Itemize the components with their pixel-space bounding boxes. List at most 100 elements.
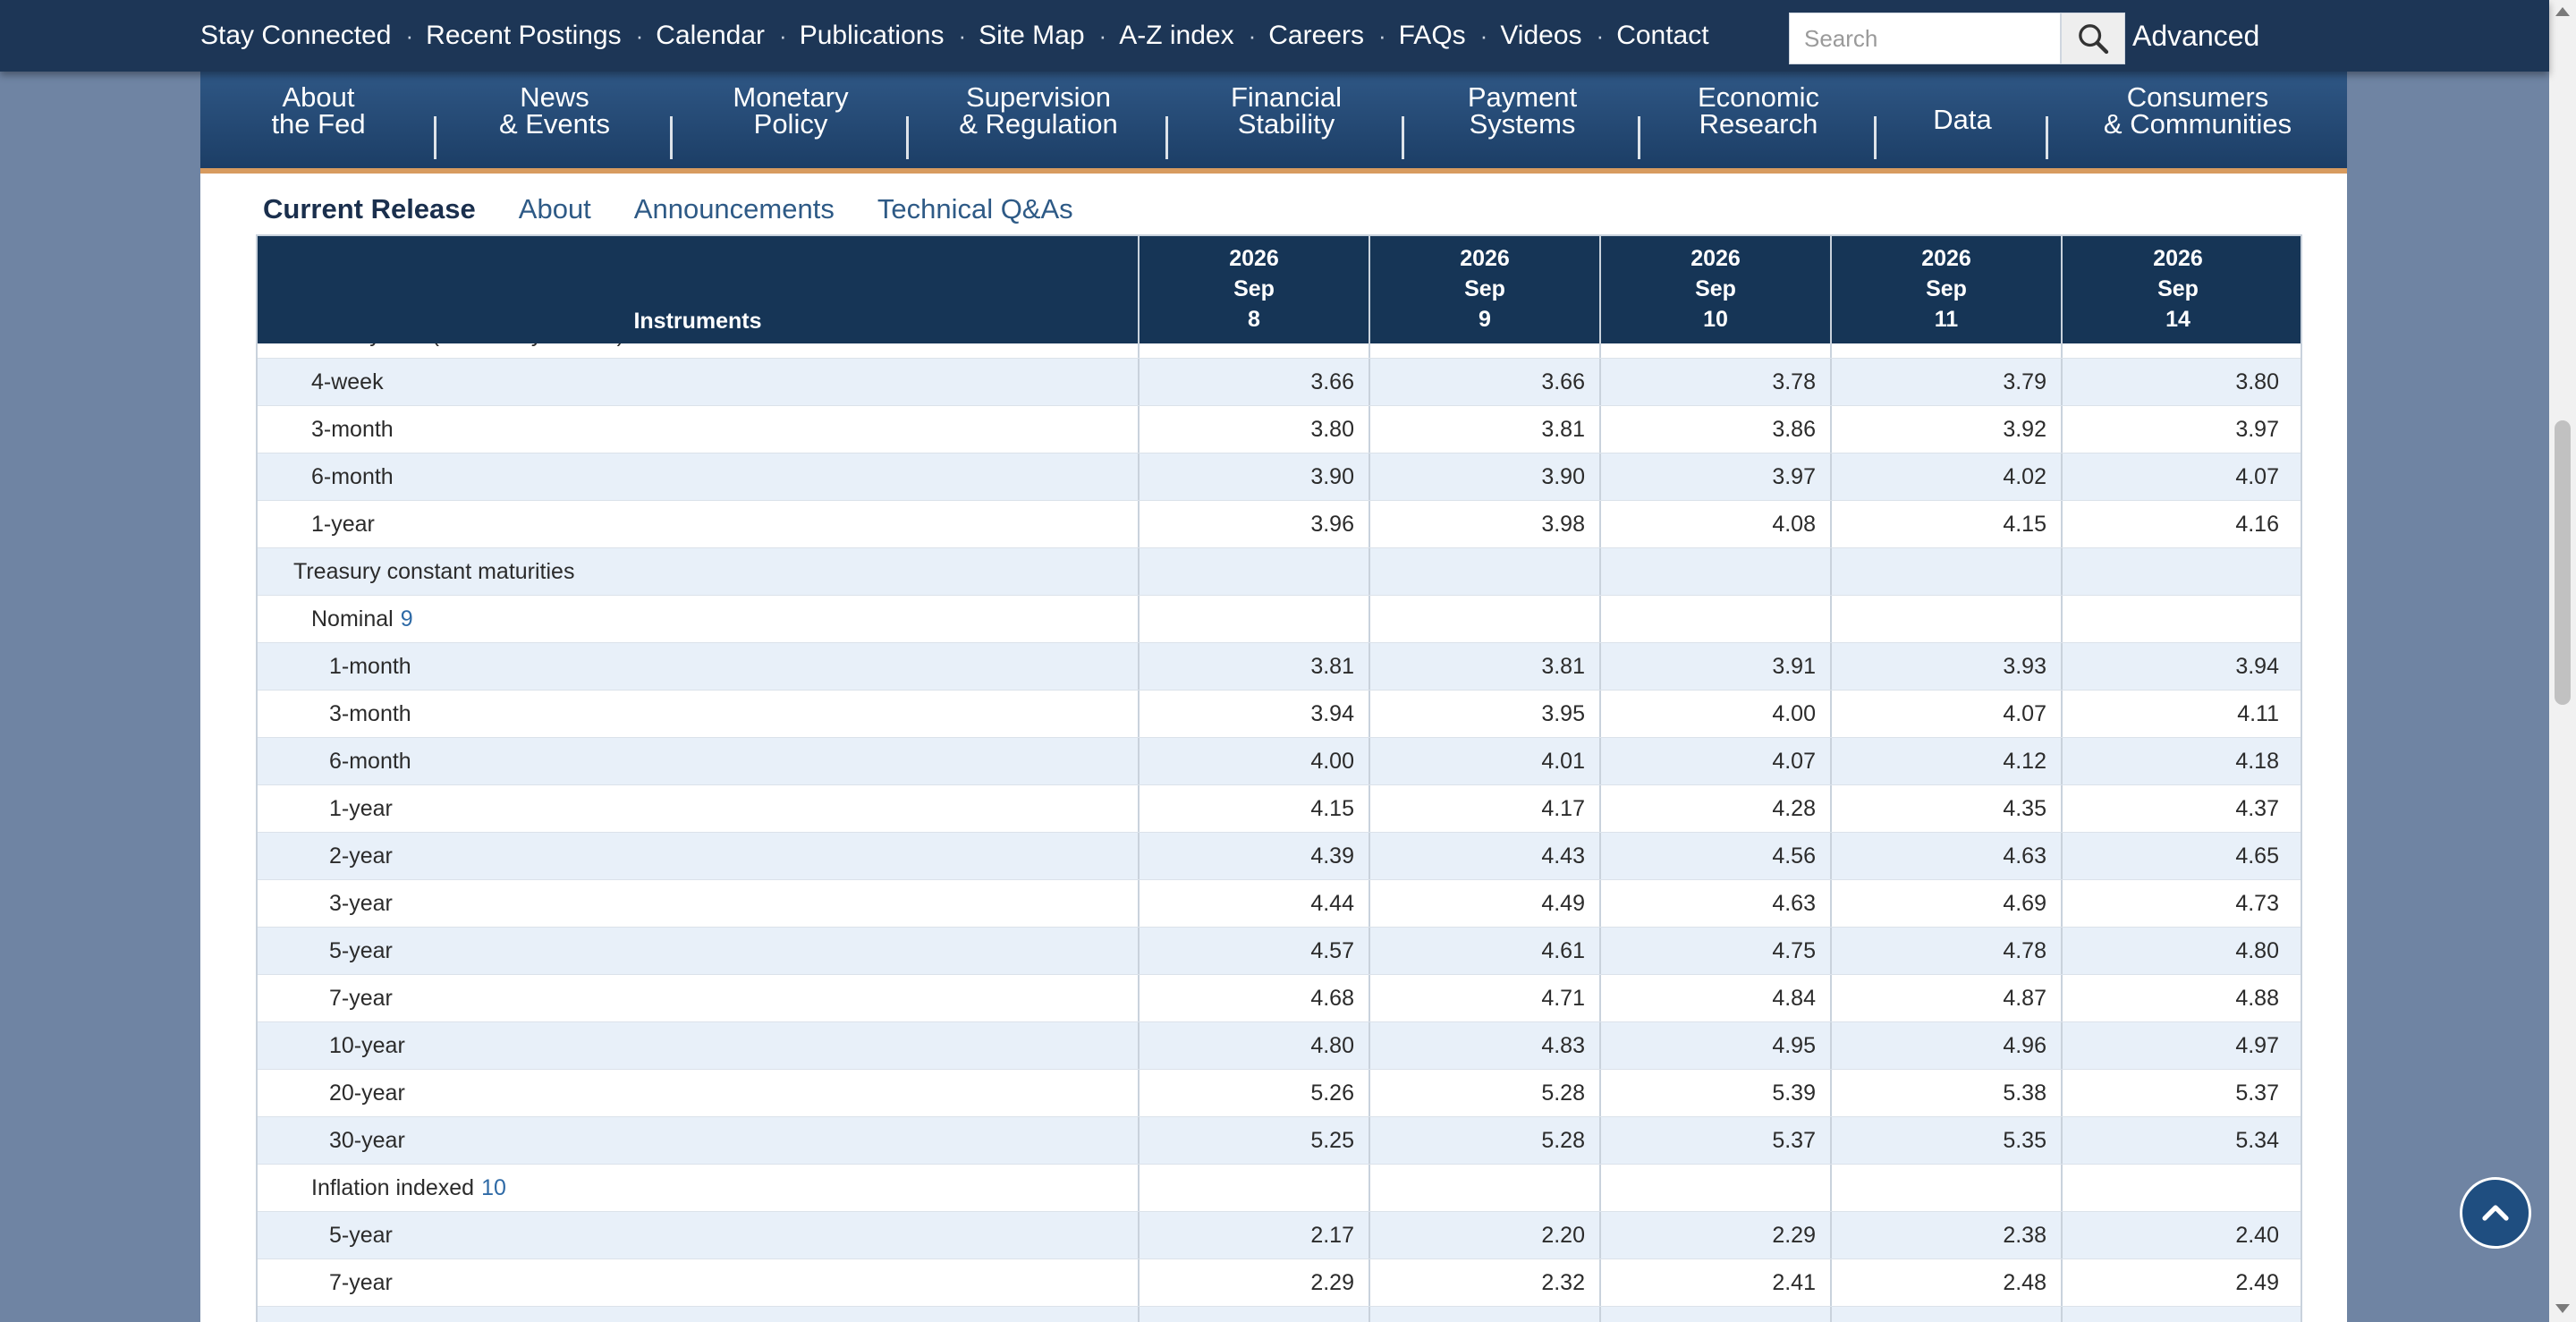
nav-item[interactable]: Payment Systems: [1404, 72, 1640, 168]
instrument-cell: 1-year: [258, 501, 1140, 547]
rate-cell: 2.32: [1370, 1259, 1601, 1306]
link-separator: ·: [635, 21, 644, 49]
instrument-label: 20-year: [329, 1080, 405, 1106]
nav-item[interactable]: Financial Stability: [1168, 72, 1404, 168]
utility-link[interactable]: Site Map: [979, 21, 1084, 51]
instrument-label: 5-year: [329, 1222, 393, 1248]
instrument-label: 7-year: [329, 985, 393, 1011]
nav-label-line: Policy: [753, 108, 828, 140]
content-panel: Current Release About Announcements Technic…: [200, 174, 2347, 1322]
instruments-header: Instruments: [258, 236, 1140, 343]
search-button[interactable]: [2061, 13, 2125, 64]
rate-cell: 5.39: [1601, 1070, 1832, 1116]
rate-cell: 2.41: [1601, 1259, 1832, 1306]
utility-link[interactable]: Stay Connected: [200, 21, 391, 51]
date-part: Sep: [1926, 276, 1967, 301]
rate-cell: 2.29: [1140, 1259, 1370, 1306]
nav-label-line: & Communities: [2103, 108, 2292, 140]
rate-cell: [2063, 1165, 2293, 1211]
scrollbar-thumb[interactable]: [2555, 420, 2571, 705]
nav-item[interactable]: About the Fed: [200, 72, 436, 168]
main-navigation: About the Fed News & Events Monetary Policy Su…: [200, 72, 2347, 174]
utility-link[interactable]: Videos: [1500, 21, 1581, 51]
footnote-link[interactable]: 9: [401, 606, 413, 632]
date-part: 9: [1479, 307, 1491, 332]
nav-item[interactable]: News & Events: [436, 72, 673, 168]
rate-cell: [1832, 596, 2063, 642]
rate-cell: 3.81: [1140, 643, 1370, 690]
nav-item[interactable]: Monetary Policy: [673, 72, 909, 168]
table-row: 7-year 4.68 4.71 4.84 4.87 4.88: [258, 975, 2301, 1022]
rate-cell: [1370, 342, 1601, 358]
instrument-label: 1-year: [311, 511, 375, 537]
utility-link[interactable]: Recent Postings: [426, 21, 621, 51]
rate-cell: [1370, 596, 1601, 642]
rate-cell: 4.11: [2237, 700, 2279, 726]
nav-label-line: & Events: [498, 108, 611, 140]
nav-label-line: Research: [1699, 108, 1818, 140]
utility-link[interactable]: Publications: [800, 21, 945, 51]
rate-cell: 3.97: [2235, 416, 2279, 442]
nav-item-label: Financial Stability: [1231, 83, 1342, 138]
rate-cell: [1832, 1307, 2063, 1322]
nav-item-label: Data: [1933, 106, 1991, 133]
utility-link[interactable]: Contact: [1616, 21, 1708, 51]
rates-table: Instruments 2026 Sep 8 2026 Sep 9 2026 Sep 10 202…: [256, 234, 2302, 1322]
table-row: 7-year 2.29 2.32 2.41 2.48 2.49: [258, 1259, 2301, 1307]
date-part: Sep: [1464, 276, 1505, 301]
rate-cell: 4.75: [1601, 928, 1832, 974]
rate-cell: 4.15: [1140, 785, 1370, 832]
table-row: 6-month 4.00 4.01 4.07 4.12 4.18: [258, 738, 2301, 785]
instrument-label: 6-month: [329, 748, 411, 774]
rate-cell: 3.93: [1832, 643, 2063, 690]
table-row: 10-year 4.80 4.83 4.95 4.96 4.97: [258, 1022, 2301, 1070]
instrument-label: 3-month: [329, 700, 411, 726]
rate-cell: 4.63: [1832, 833, 2063, 879]
instrument-cell: 7-year: [258, 1259, 1140, 1306]
instrument-cell: 6-month: [258, 453, 1140, 500]
rate-cell: 4.08: [1601, 501, 1832, 547]
nav-item[interactable]: Consumers & Communities: [2048, 72, 2347, 168]
rate-cell: [2063, 596, 2293, 642]
rate-cell: 4.17: [1370, 785, 1601, 832]
back-to-top-button[interactable]: [2460, 1177, 2531, 1249]
nav-item[interactable]: Data: [1877, 72, 2048, 168]
release-tab[interactable]: Current Release: [263, 193, 476, 225]
rate-cell: 4.35: [1832, 785, 2063, 832]
rate-cell: 4.61: [1370, 928, 1601, 974]
instrument-label: 30-year: [329, 1127, 405, 1153]
release-tab[interactable]: Announcements: [634, 193, 835, 225]
chevron-up-icon: [2482, 1205, 2509, 1221]
nav-item-label: Payment Systems: [1468, 83, 1577, 138]
instrument-label: Inflation indexed: [311, 1174, 475, 1200]
release-tab[interactable]: Technical Q&As: [877, 193, 1073, 225]
utility-link[interactable]: Calendar: [656, 21, 765, 51]
link-separator: ·: [405, 21, 414, 49]
utility-link[interactable]: Careers: [1268, 21, 1364, 51]
table-row: 1-year 3.96 3.98 4.08 4.15 4.16: [258, 501, 2301, 548]
instrument-label: 1-year: [329, 795, 393, 821]
rate-cell: 4.69: [1832, 880, 2063, 927]
nav-item[interactable]: Economic Research: [1640, 72, 1877, 168]
nav-item[interactable]: Supervision & Regulation: [909, 72, 1168, 168]
table-row: 3-month 3.80 3.81 3.86 3.92 3.97: [258, 406, 2301, 453]
date-column-header: 2026 Sep 9: [1370, 236, 1601, 343]
table-row: 4-week 3.66 3.66 3.78 3.79 3.80: [258, 359, 2301, 406]
advanced-search-link[interactable]: Advanced: [2132, 20, 2259, 53]
scroll-up-arrow[interactable]: [2555, 7, 2570, 16]
release-tab[interactable]: About: [519, 193, 591, 225]
rate-cell: 3.90: [1370, 453, 1601, 500]
footnote-link[interactable]: 10: [481, 1175, 506, 1201]
rate-cell: 4.00: [1601, 691, 1832, 737]
nav-item-label: About the Fed: [271, 83, 365, 138]
rate-cell: [1370, 548, 1601, 595]
scroll-down-arrow[interactable]: [2555, 1304, 2570, 1313]
rate-cell: 4.12: [1832, 738, 2063, 784]
utility-link[interactable]: A-Z index: [1119, 21, 1233, 51]
nav-item-label: Monetary Policy: [733, 83, 848, 140]
utility-link[interactable]: FAQs: [1399, 21, 1466, 51]
utility-bar: Stay Connected · Recent Postings · Calendar ·…: [0, 0, 2549, 72]
search-input[interactable]: [1789, 13, 2061, 64]
table-body: Treasury bills (secondary market)3 4 4-we…: [258, 342, 2301, 1322]
rate-cell: 4.80: [1140, 1022, 1370, 1069]
